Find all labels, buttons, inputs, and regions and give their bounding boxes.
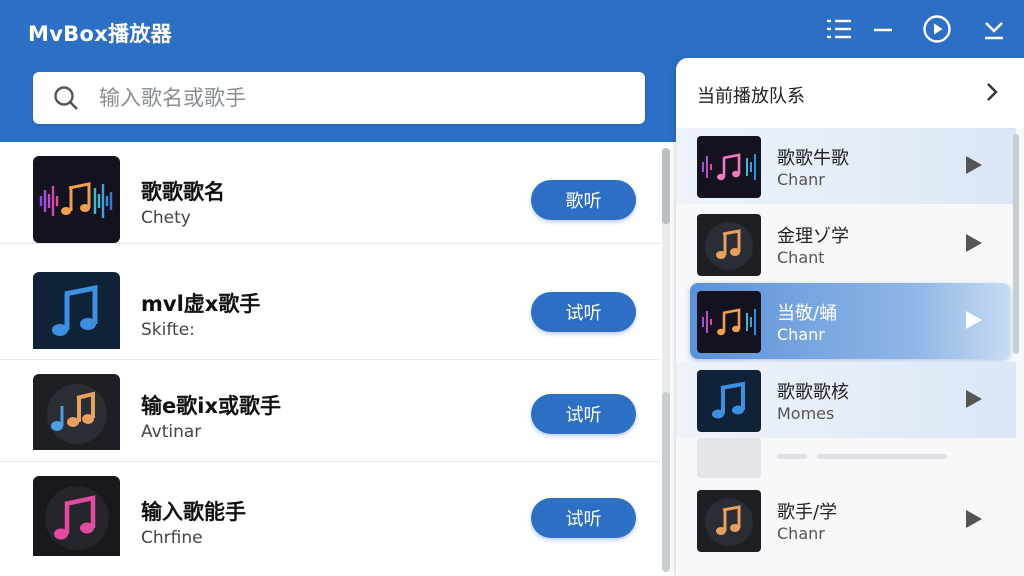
play-icon[interactable] [962,232,984,254]
play-icon[interactable] [962,154,984,176]
queue-item-title: 当敬/蛹 [777,303,838,324]
album-cover-pink-note [33,476,120,563]
queue-scrollbar[interactable] [1013,134,1019,354]
download-icon[interactable] [977,12,1011,46]
queue-item-artist: Chanr [777,524,825,543]
search-input[interactable] [99,86,619,110]
song-artist: Chety [141,208,191,228]
song-title: 输入歌能手 [141,500,246,524]
list-icon[interactable] [822,12,856,46]
queue-item-loading [676,436,1016,478]
play-icon[interactable] [962,388,984,410]
queue-item-title: 金理ゾ学 [777,226,849,247]
album-cover-blue-note [33,272,120,359]
song-list: 歌歌歌名 Chety 歌听 mvl虚x歌手 Skifte: 试听 输e歌ix或歌… [0,142,675,576]
scrollbar-thumb[interactable] [662,148,670,224]
queue-cover-orange-note [697,490,761,552]
song-row[interactable]: 输e歌ix或歌手 Avtinar 试听 [0,360,660,462]
queue-item[interactable]: 歌歌歌核 Momes [676,362,1016,438]
queue-cover-orange-note [697,214,761,276]
play-icon[interactable] [962,508,984,530]
queue-cover-waveform [697,291,761,353]
queue-item-artist: Chanr [777,325,825,344]
queue-header[interactable]: 当前播放队系 [676,58,1024,128]
queue-item[interactable]: 歌歌牛歌 Chanr [676,128,1016,204]
song-row[interactable]: 输入歌能手 Chrfine 试听 [0,462,660,564]
album-cover-color-notes [33,374,120,461]
queue-item-active[interactable]: 当敬/蛹 Chanr [690,283,1010,359]
search-bar[interactable] [33,72,645,124]
album-cover-waveform [33,156,120,243]
song-row[interactable]: mvl虚x歌手 Skifte: 试听 [0,258,660,360]
queue-item-artist: Chanr [777,170,825,189]
song-row[interactable]: 歌歌歌名 Chety 歌听 [0,142,660,244]
minimize-icon[interactable] [866,12,900,46]
listen-button[interactable]: 试听 [531,292,636,332]
queue-cover-blue-note [697,370,761,432]
song-title: 输e歌ix或歌手 [141,394,281,418]
chevron-right-icon[interactable] [980,80,1004,104]
search-icon [51,83,81,113]
song-title: 歌歌歌名 [141,180,225,204]
queue-item-artist: Chant [777,248,825,267]
listen-button[interactable]: 歌听 [531,180,636,220]
scrollbar-thumb-secondary[interactable] [662,392,670,572]
song-artist: Avtinar [141,422,202,442]
queue-panel: 当前播放队系 歌歌牛歌 Chanr 金理ゾ学 Chant 当敬/蛹 Chanr … [676,58,1024,576]
queue-item-artist: Momes [777,404,835,423]
app-title: MvBox播放器 [28,22,172,46]
listen-button[interactable]: 试听 [531,498,636,538]
play-icon[interactable] [962,309,984,331]
queue-cover-waveform [697,136,761,198]
play-circle-icon[interactable] [920,12,954,46]
song-artist: Chrfine [141,528,203,548]
listen-button[interactable]: 试听 [531,394,636,434]
song-artist: Skifte: [141,320,195,340]
queue-item-title: 歌歌牛歌 [777,148,849,169]
queue-item-title: 歌手/学 [777,502,838,523]
song-title: mvl虚x歌手 [141,292,261,316]
queue-item[interactable]: 歌手/学 Chanr [676,482,1016,558]
queue-item-title: 歌歌歌核 [777,382,849,403]
queue-item[interactable]: 金理ゾ学 Chant [676,206,1016,282]
queue-title: 当前播放队系 [697,86,805,107]
